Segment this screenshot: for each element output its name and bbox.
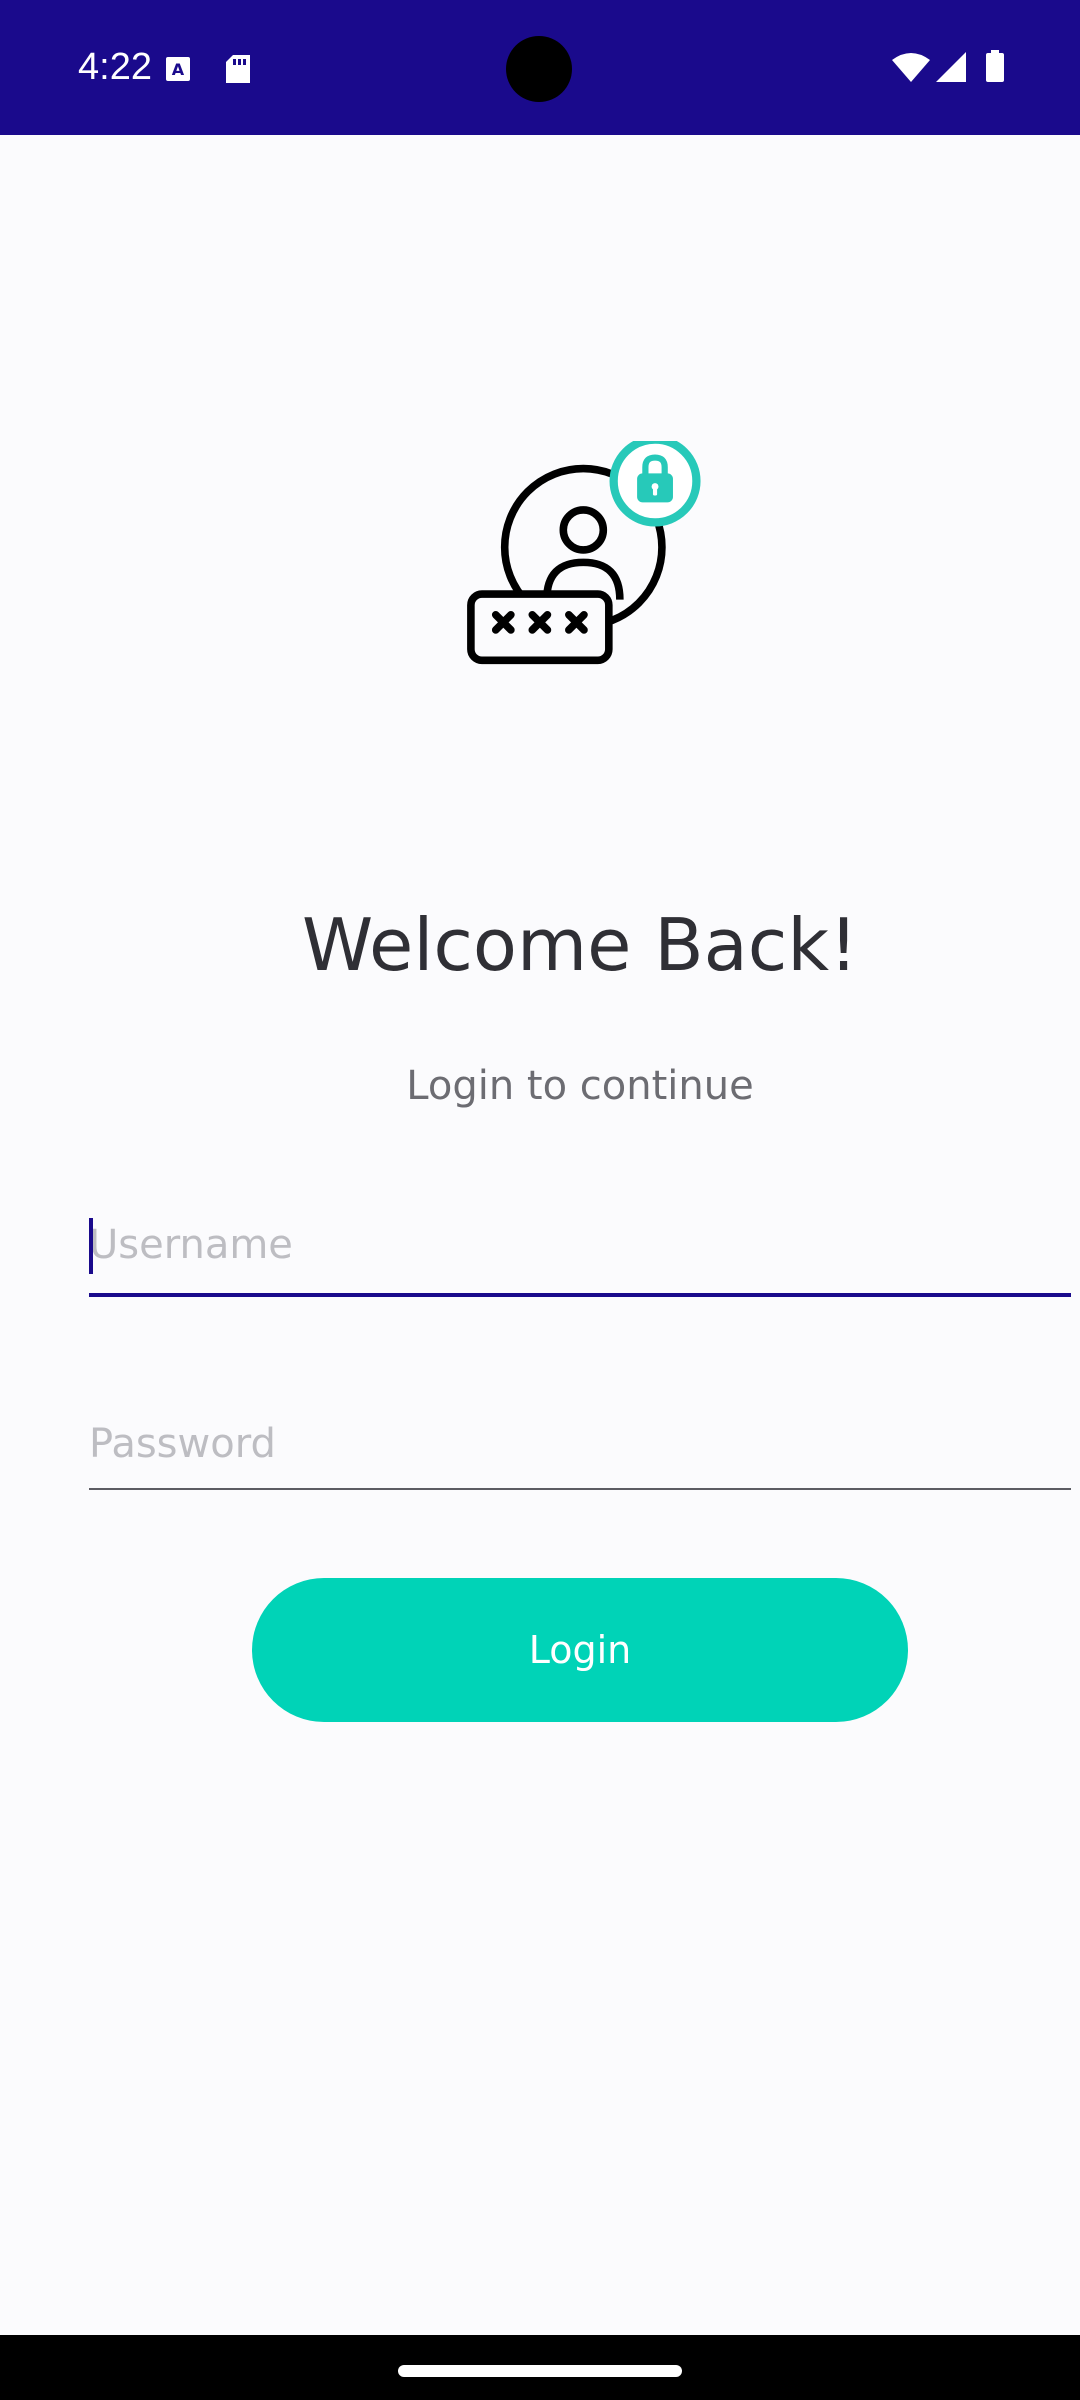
password-input[interactable] — [89, 1399, 1071, 1489]
navigation-bar — [0, 2335, 1080, 2400]
username-input[interactable] — [89, 1200, 1071, 1290]
status-time: 4:22 — [78, 46, 152, 88]
text-cursor — [89, 1218, 93, 1274]
wifi-icon — [892, 53, 930, 82]
battery-icon — [986, 50, 1004, 82]
password-field[interactable] — [89, 1399, 1071, 1489]
login-screen: Welcome Back! Login to continue Login — [0, 135, 1080, 2335]
user-password-lock-icon — [467, 441, 701, 665]
font-icon: A — [166, 57, 190, 81]
home-indicator[interactable] — [398, 2365, 682, 2377]
password-underline — [89, 1488, 1071, 1490]
cellular-signal-icon — [936, 52, 966, 82]
welcome-subtitle: Login to continue — [406, 1063, 754, 1109]
camera-cutout — [506, 36, 572, 102]
username-field[interactable] — [89, 1200, 1071, 1290]
svg-text:A: A — [172, 60, 185, 79]
login-button[interactable]: Login — [252, 1578, 908, 1722]
welcome-title: Welcome Back! — [302, 903, 858, 987]
status-bar: 4:22 A — [0, 0, 1080, 135]
username-underline — [89, 1293, 1071, 1297]
sd-card-icon — [226, 55, 250, 83]
